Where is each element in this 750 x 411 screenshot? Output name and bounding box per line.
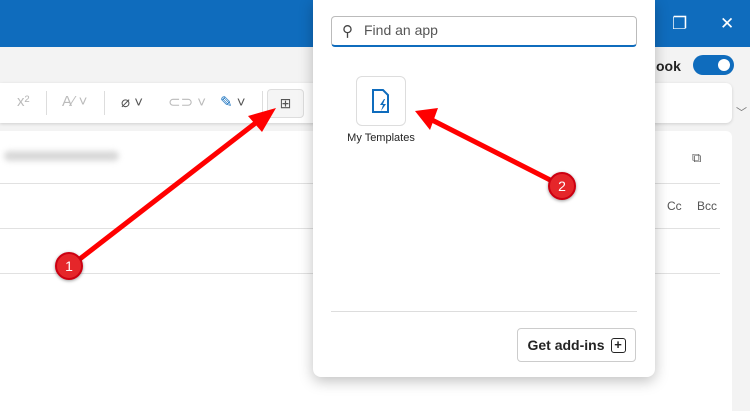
app-search[interactable]: ⚲ <box>331 16 637 47</box>
new-outlook-toggle[interactable] <box>693 55 734 75</box>
editor-icon[interactable]: A⁄ ˅ <box>62 93 87 110</box>
templates-icon <box>356 76 406 126</box>
attach-icon[interactable]: ⌀ ˅ <box>121 93 143 111</box>
app-label: My Templates <box>347 132 415 144</box>
apps-button[interactable]: ⊞ <box>267 89 304 118</box>
search-icon: ⚲ <box>342 23 353 40</box>
cc-button[interactable]: Cc <box>667 199 682 213</box>
divider <box>331 311 637 312</box>
search-input[interactable] <box>364 22 624 38</box>
apps-grid-icon: ⊞ <box>279 95 292 111</box>
divider <box>104 91 105 115</box>
superscript-button[interactable]: x² <box>17 93 30 110</box>
signature-icon[interactable]: ✎ ˅ <box>220 93 246 111</box>
link-icon[interactable]: ⊂⊃ ˅ <box>168 93 206 111</box>
annotation-badge-1: 1 <box>55 252 83 280</box>
from-address-blurred <box>4 151 119 161</box>
restore-icon[interactable]: ❐ <box>672 14 687 34</box>
close-icon[interactable]: ✕ <box>720 14 734 34</box>
apps-popup: ⚲ My Templates Get add-ins + <box>313 0 655 377</box>
get-addins-label: Get add-ins <box>527 337 605 353</box>
chevron-down-icon[interactable]: ﹀ <box>736 104 747 120</box>
annotation-badge-2: 2 <box>548 172 576 200</box>
pop-out-icon[interactable]: ⧉ <box>692 150 701 166</box>
get-addins-button[interactable]: Get add-ins + <box>517 328 636 362</box>
divider <box>46 91 47 115</box>
divider <box>262 91 263 115</box>
plus-icon: + <box>610 337 626 353</box>
toggle-label: ook <box>656 58 681 74</box>
bcc-button[interactable]: Bcc <box>697 199 717 213</box>
app-my-templates[interactable]: My Templates <box>343 76 419 144</box>
